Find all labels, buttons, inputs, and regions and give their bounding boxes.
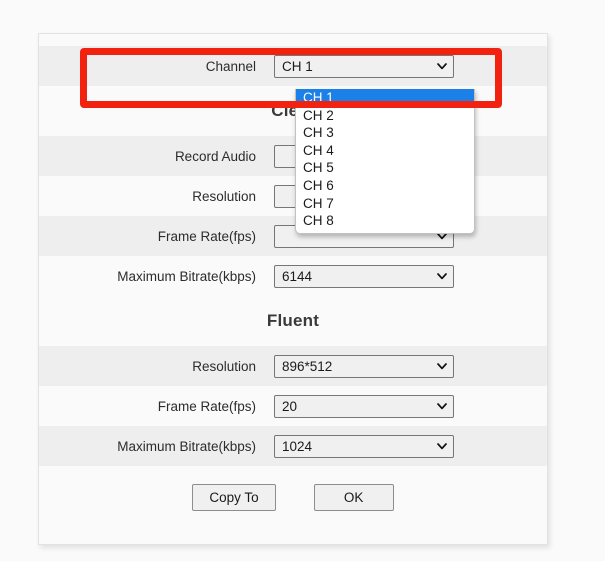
clear-max-bitrate-select[interactable]: 6144 [274,264,454,288]
label-fluent-max-bitrate: Maximum Bitrate(kbps) [117,438,256,454]
chevron-down-icon [437,441,447,450]
row-channel: Channel CH 1 [39,46,547,86]
fluent-max-bitrate-select-value: 1024 [282,438,313,454]
row-fluent-resolution: Resolution 896*512 [39,346,547,386]
label-fluent-resolution: Resolution [192,358,256,374]
field-fluent-resolution: 896*512 [274,354,547,378]
label-clear-frame-rate: Frame Rate(fps) [157,228,256,244]
channel-option-1[interactable]: CH 1 [296,89,474,107]
button-bar: Copy To OK [39,466,547,528]
channel-option-6[interactable]: CH 6 [296,177,474,195]
channel-option-8[interactable]: CH 8 [296,212,474,230]
clear-max-bitrate-select-value: 6144 [282,268,313,284]
fluent-resolution-select[interactable]: 896*512 [274,354,454,378]
row-fluent-frame-rate: Frame Rate(fps) 20 [39,386,547,426]
fluent-frame-rate-select-value: 20 [282,398,298,414]
label-record-audio: Record Audio [174,148,256,164]
channel-select-value: CH 1 [282,58,313,74]
channel-option-5[interactable]: CH 5 [296,159,474,177]
channel-option-2[interactable]: CH 2 [296,107,474,125]
ok-button[interactable]: OK [313,483,394,511]
field-channel: CH 1 [274,54,547,78]
field-fluent-frame-rate: 20 [274,394,547,418]
label-fluent-frame-rate: Frame Rate(fps) [157,398,256,414]
panel-top-spacer [39,34,547,46]
label-channel: Channel [205,58,256,74]
section-heading-fluent: Fluent [39,296,547,346]
fluent-frame-rate-select[interactable]: 20 [274,394,454,418]
label-clear-max-bitrate: Maximum Bitrate(kbps) [117,268,256,284]
channel-dropdown-list[interactable]: CH 1 CH 2 CH 3 CH 4 CH 5 CH 6 CH 7 CH 8 [295,89,475,234]
fluent-max-bitrate-select[interactable]: 1024 [274,434,454,458]
field-fluent-max-bitrate: 1024 [274,434,547,458]
channel-option-4[interactable]: CH 4 [296,142,474,160]
label-clear-resolution: Resolution [192,188,256,204]
chevron-down-icon [437,361,447,370]
chevron-down-icon [437,401,447,410]
channel-option-3[interactable]: CH 3 [296,124,474,142]
channel-option-7[interactable]: CH 7 [296,195,474,213]
row-clear-max-bitrate: Maximum Bitrate(kbps) 6144 [39,256,547,296]
row-fluent-max-bitrate: Maximum Bitrate(kbps) 1024 [39,426,547,466]
chevron-down-icon [437,271,447,280]
channel-select[interactable]: CH 1 [274,54,454,78]
chevron-down-icon [437,61,447,70]
field-clear-max-bitrate: 6144 [274,264,547,288]
fluent-resolution-select-value: 896*512 [282,358,333,374]
copy-to-button[interactable]: Copy To [192,483,276,511]
